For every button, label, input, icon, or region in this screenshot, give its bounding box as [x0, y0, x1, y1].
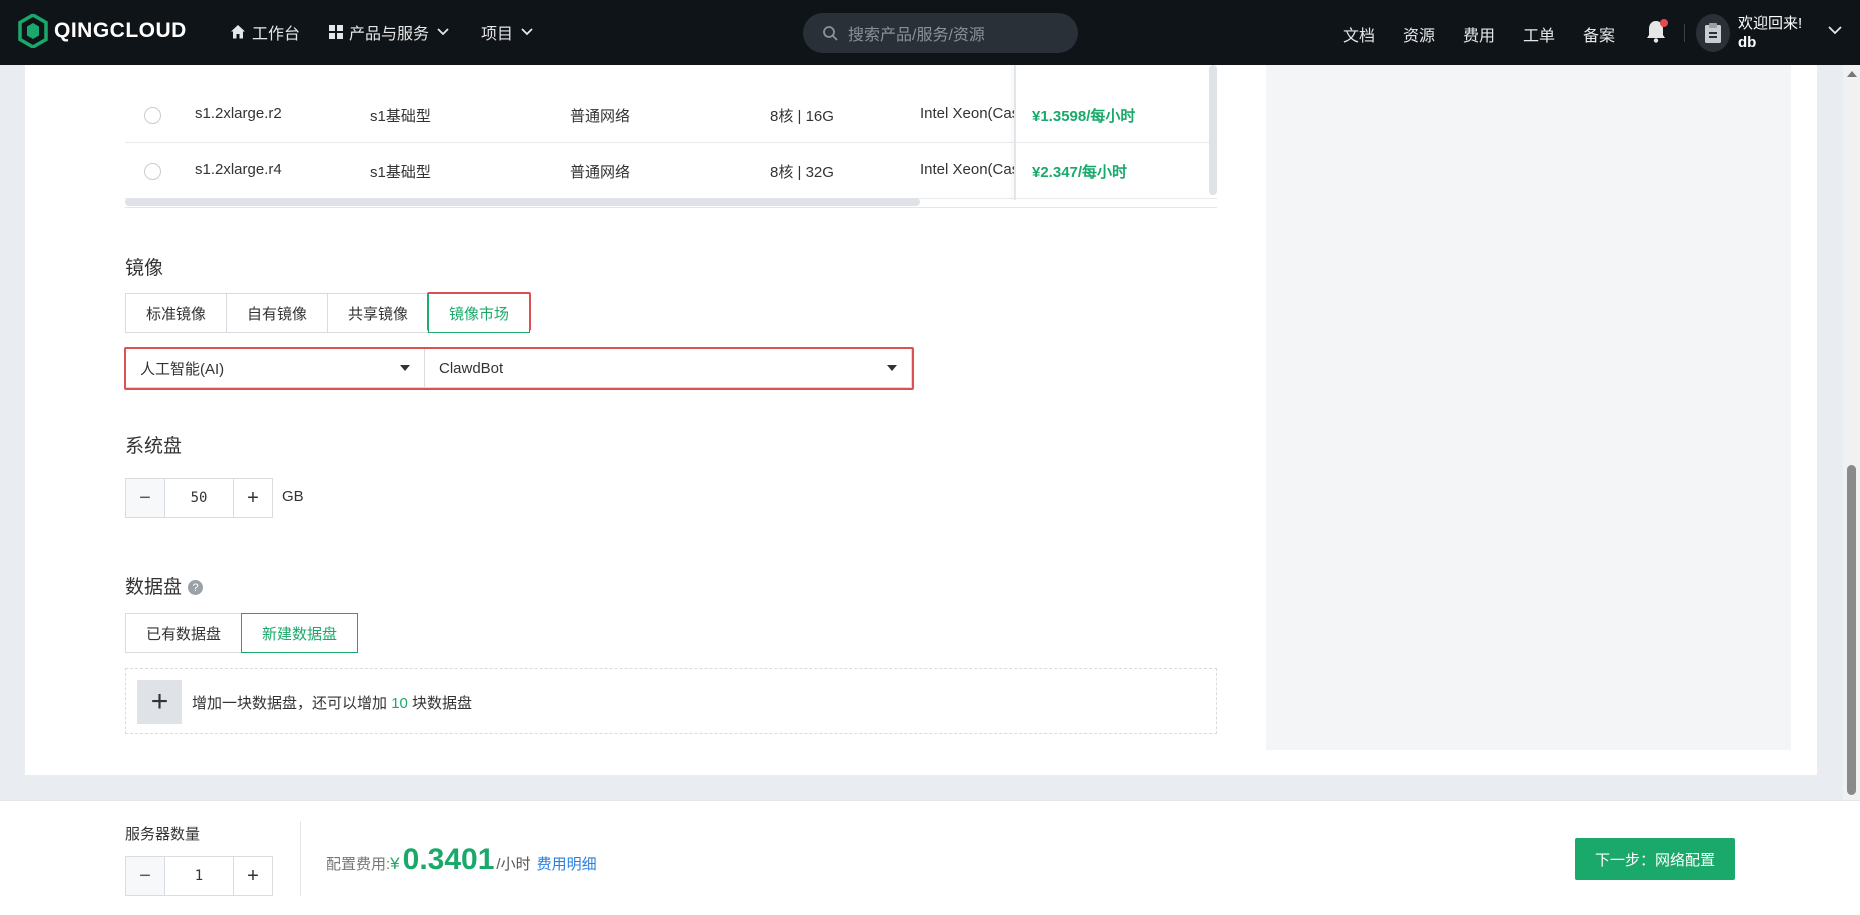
nav-workbench[interactable]: 工作台: [230, 20, 300, 44]
grid-icon: [329, 25, 343, 39]
increment-button[interactable]: +: [233, 478, 273, 518]
cell-network: 普通网络: [570, 164, 631, 181]
system-disk-size[interactable]: 50: [165, 478, 233, 518]
cell-family: s1基础型: [370, 108, 431, 125]
username: db: [1738, 34, 1757, 51]
server-count-label: 服务器数量: [125, 826, 201, 843]
data-disk-title-wrap: 数据盘?: [125, 572, 204, 599]
remaining-disk-count: 10: [391, 695, 408, 712]
currency-symbol: ¥: [390, 854, 400, 873]
logo[interactable]: QINGCLOUD: [18, 14, 187, 48]
nav-divider: [1684, 24, 1685, 42]
qingcloud-logo-icon: [18, 14, 48, 48]
add-disk-text-1: 增加一块数据盘，还可以增加: [192, 695, 388, 712]
nav-projects-label: 项目: [481, 26, 514, 43]
system-disk-stepper: − 50 +: [125, 478, 273, 518]
order-footer: 服务器数量 − 1 + 配置费用: ¥ 0.3401 /小时 费用明细 下一步：…: [0, 800, 1860, 915]
cost-detail-link[interactable]: 费用明细: [537, 853, 597, 874]
data-disk-title: 数据盘: [125, 577, 183, 598]
next-network-config-button[interactable]: 下一步：网络配置: [1575, 838, 1735, 880]
nav-link-docs[interactable]: 文档: [1343, 22, 1375, 46]
image-tabs: 标准镜像 自有镜像 共享镜像 镜像市场: [125, 293, 531, 333]
table-vertical-scrollbar[interactable]: [1209, 65, 1217, 195]
table-horizontal-scrollbar[interactable]: [125, 198, 920, 206]
home-icon: [231, 25, 245, 39]
system-disk-title: 系统盘: [125, 436, 183, 457]
cell-type: s1.2xlarge.r2: [195, 105, 282, 122]
scrollbar-thumb[interactable]: [1847, 465, 1856, 795]
cell-price: ¥2.347/每小时: [1032, 164, 1128, 181]
tab-standard-image[interactable]: 标准镜像: [125, 293, 228, 333]
table-row[interactable]: s1.2xlarge.r2 s1基础型 普通网络 8核 | 16G Intel …: [125, 87, 1217, 143]
cell-spec: 8核 | 16G: [770, 108, 834, 125]
cost-label: 配置费用:: [326, 856, 391, 873]
tab-new-disk[interactable]: 新建数据盘: [241, 613, 359, 653]
nav-projects[interactable]: 项目: [481, 20, 533, 44]
summary-panel: [1266, 65, 1791, 750]
cell-spec: 8核 | 32G: [770, 164, 834, 181]
avatar[interactable]: [1696, 14, 1730, 52]
cell-cpu: Intel Xeon(Cas: [920, 105, 1015, 122]
server-count-value[interactable]: 1: [165, 856, 233, 896]
search-icon: [823, 25, 838, 41]
cell-cpu: Intel Xeon(Cas: [920, 161, 1015, 178]
chevron-down-icon: [437, 28, 449, 36]
tab-existing-disk[interactable]: 已有数据盘: [125, 613, 243, 653]
cell-type: s1.2xlarge.r4: [195, 161, 282, 178]
tab-image-market[interactable]: 镜像市场: [428, 293, 531, 333]
nav-link-resources[interactable]: 资源: [1403, 22, 1435, 46]
scroll-up-icon[interactable]: [1847, 71, 1857, 77]
add-disk-button[interactable]: +: [137, 680, 182, 724]
add-disk-text-2: 块数据盘: [412, 695, 473, 712]
row-radio[interactable]: [144, 163, 161, 180]
chevron-down-icon: [521, 28, 533, 36]
nav-link-billing[interactable]: 费用: [1463, 22, 1495, 46]
row-radio[interactable]: [144, 107, 161, 124]
highlight-box-selects: [124, 347, 914, 390]
increment-button[interactable]: +: [233, 856, 273, 896]
nav-link-filing[interactable]: 备案: [1583, 22, 1615, 46]
page-scrollbar[interactable]: [1843, 65, 1860, 800]
decrement-button[interactable]: −: [125, 478, 165, 518]
table-divider: [125, 207, 1217, 208]
image-section-title: 镜像: [125, 258, 164, 279]
server-count-stepper: − 1 +: [125, 856, 273, 896]
cell-price: ¥1.3598/每小时: [1032, 108, 1136, 125]
system-disk-unit: GB: [282, 488, 304, 505]
top-nav: QINGCLOUD 工作台 产品与服务 项目 搜索产品/服务/资源 文档 资源 …: [0, 0, 1860, 65]
chevron-down-icon[interactable]: [1828, 26, 1842, 35]
brand-name: QINGCLOUD: [54, 19, 187, 42]
nav-workbench-label: 工作台: [252, 26, 301, 43]
notification-dot: [1660, 19, 1668, 27]
footer-divider: [300, 821, 301, 896]
fixed-column-divider: [1014, 65, 1016, 200]
nav-products[interactable]: 产品与服务: [329, 20, 449, 44]
welcome-text: 欢迎回来!: [1738, 15, 1803, 32]
data-disk-tabs: 已有数据盘 新建数据盘: [125, 613, 359, 653]
help-icon[interactable]: ?: [188, 580, 204, 596]
tab-own-image[interactable]: 自有镜像: [226, 293, 329, 333]
nav-link-tickets[interactable]: 工单: [1523, 22, 1555, 46]
cost-amount: 0.3401: [402, 843, 495, 876]
decrement-button[interactable]: −: [125, 856, 165, 896]
add-data-disk[interactable]: + 增加一块数据盘，还可以增加 10 块数据盘: [125, 668, 1217, 734]
cost-unit: /小时: [496, 856, 531, 873]
nav-products-label: 产品与服务: [349, 26, 430, 43]
global-search[interactable]: 搜索产品/服务/资源: [803, 13, 1078, 53]
clipboard-user-icon: [1705, 23, 1721, 43]
tab-shared-image[interactable]: 共享镜像: [327, 293, 430, 333]
instance-type-table: s1.2xlarge.r2 s1基础型 普通网络 8核 | 16G Intel …: [125, 65, 1217, 208]
user-welcome[interactable]: 欢迎回来! db: [1738, 14, 1802, 52]
cell-family: s1基础型: [370, 164, 431, 181]
table-row[interactable]: s1.2xlarge.r4 s1基础型 普通网络 8核 | 32G Intel …: [125, 143, 1217, 199]
config-cost: 配置费用: ¥ 0.3401 /小时 费用明细: [326, 843, 597, 877]
cell-network: 普通网络: [570, 108, 631, 125]
add-disk-text: 增加一块数据盘，还可以增加 10 块数据盘: [192, 692, 472, 713]
search-placeholder: 搜索产品/服务/资源: [848, 27, 985, 44]
